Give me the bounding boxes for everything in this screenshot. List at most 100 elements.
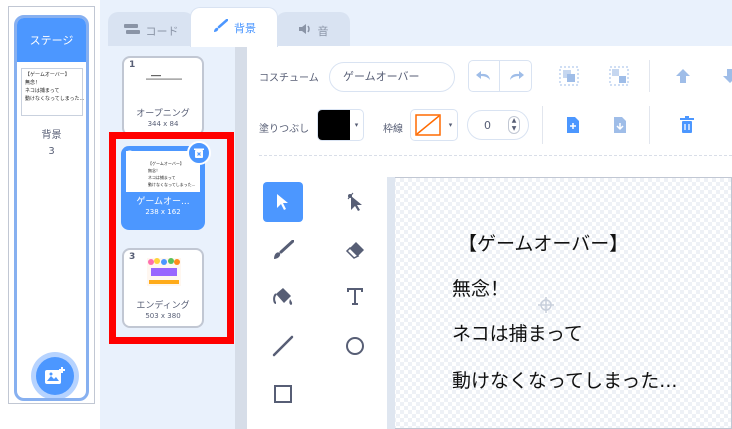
arrow-down-icon: [723, 69, 732, 83]
canvas-scrollbar[interactable]: [387, 177, 395, 429]
outline-width-input[interactable]: 0 ▲ ▼: [467, 110, 529, 140]
stage-header: ステージ: [17, 18, 86, 62]
forward-button[interactable]: [668, 61, 698, 91]
divider: [649, 106, 650, 144]
paintbrush-icon: [212, 18, 229, 36]
tab-sounds[interactable]: 音: [276, 12, 350, 48]
paintbrush-icon: [274, 240, 294, 259]
paste-icon: [614, 117, 626, 133]
fill-label: 塗りつぶし: [259, 124, 310, 135]
circle-icon: [346, 337, 364, 355]
caret-down-icon: ▾: [354, 121, 359, 129]
copy-icon: [567, 117, 579, 133]
stage-thumbnail: 【ゲームオーバー】 無念！ ネコは捕まって 動けなくなってしまった...: [21, 68, 85, 116]
backdrop-item-3[interactable]: 3 エンディング 503 x 380: [122, 248, 204, 328]
toolbar-separator: [259, 155, 732, 156]
delete-button[interactable]: [672, 110, 702, 140]
code-icon: [123, 23, 140, 38]
stage-thumb-line: 【ゲームオーバー】: [25, 72, 70, 78]
caret-down-icon: ▾: [448, 121, 453, 129]
backdrop-number: 2: [127, 150, 134, 160]
backdrop-number: 3: [129, 252, 136, 262]
stepper-icon[interactable]: ▲ ▼: [508, 116, 520, 134]
list-scrollbar[interactable]: [235, 46, 247, 429]
backdrop-thumbnail: [147, 258, 181, 286]
line-tool[interactable]: [263, 326, 303, 366]
divider: [649, 60, 650, 92]
line-icon: [272, 335, 294, 357]
arrow-up-icon: [676, 69, 690, 83]
tab-bar: コード 背景 音: [100, 0, 732, 48]
rectangle-tool[interactable]: [263, 374, 303, 414]
stage-thumb-line: 無念！: [25, 80, 41, 86]
undo-button[interactable]: [469, 61, 500, 91]
canvas-text-line: 無念！: [452, 278, 510, 300]
tab-code[interactable]: コード: [108, 12, 194, 48]
backward-button[interactable]: [715, 61, 732, 91]
reshape-tool[interactable]: [335, 182, 375, 222]
outline-label: 枠線: [383, 124, 403, 135]
group-icon: [559, 66, 579, 86]
divider: [542, 106, 543, 144]
stage-thumb-line: 動けなくなってしまった...: [25, 96, 85, 102]
backdrop-item-1[interactable]: 1 オープニング 344 x 84: [122, 56, 204, 136]
circle-tool[interactable]: [335, 326, 375, 366]
backdrop-size: 344 x 84: [147, 120, 179, 128]
stage-selector[interactable]: ステージ 【ゲームオーバー】 無念！ ネコは捕まって 動けなくなってしまった..…: [14, 15, 89, 401]
backdrop-name: エンディング: [136, 301, 190, 311]
canvas-text-line: 動けなくなってしまった...: [452, 370, 678, 392]
reshape-icon: [347, 192, 362, 211]
backdrops-count: 3: [48, 146, 55, 157]
paint-bucket-icon: [273, 288, 293, 305]
tab-backdrops[interactable]: 背景: [190, 7, 278, 47]
eraser-icon: [345, 242, 364, 259]
backdrop-list: 1 オープニング 344 x 84 【ゲームオーバー】 無念！ ネコは捕まって …: [100, 46, 235, 429]
delete-backdrop-button[interactable]: [187, 141, 211, 165]
add-backdrop-button[interactable]: [31, 352, 79, 398]
speaker-icon: [298, 23, 312, 38]
add-backdrop-icon: [36, 357, 74, 395]
ungroup-icon: [609, 66, 629, 86]
fill-tool[interactable]: [263, 276, 303, 316]
text-tool[interactable]: [335, 276, 375, 316]
paste-button[interactable]: [605, 110, 635, 140]
backdrop-size: 503 x 380: [145, 312, 181, 320]
eraser-tool[interactable]: [335, 230, 375, 270]
backdrops-label: 背景: [41, 130, 62, 141]
costume-label: コスチューム: [259, 73, 319, 84]
group-button[interactable]: [554, 61, 584, 91]
tab-sounds-label: 音: [317, 24, 329, 38]
backdrop-thumbnail: [146, 75, 182, 80]
text-icon: [347, 288, 363, 305]
stage-thumb-line: ネコは捕まって: [25, 88, 60, 94]
canvas-center-icon: [538, 297, 554, 317]
trash-icon: [680, 116, 694, 133]
ungroup-button[interactable]: [604, 61, 634, 91]
rectangle-icon: [274, 385, 292, 403]
undo-icon: [476, 71, 490, 80]
redo-button[interactable]: [500, 61, 531, 91]
backdrop-item-2[interactable]: 【ゲームオーバー】 無念！ ネコは捕まって 動けなくなってしまった... 2 ゲ…: [121, 141, 211, 230]
thumb-line: 動けなくなってしまった...: [148, 182, 196, 187]
redo-icon: [509, 71, 524, 80]
outline-swatch: [411, 110, 444, 140]
backdrop-name: オープニング: [136, 109, 190, 119]
brush-tool[interactable]: [263, 230, 303, 270]
stage-panel: ステージ 【ゲームオーバー】 無念！ ネコは捕まって 動けなくなってしまった..…: [8, 6, 95, 404]
select-tool[interactable]: [263, 182, 303, 222]
trash-icon: [193, 144, 205, 163]
tab-code-label: コード: [145, 24, 179, 38]
thumb-line: 無念！: [148, 168, 160, 173]
backdrop-number: 1: [129, 60, 136, 70]
fill-color-picker[interactable]: ▾: [317, 109, 364, 141]
fill-swatch: [318, 110, 350, 140]
canvas-text-line: 【ゲームオーバー】: [458, 233, 629, 255]
backdrop-name: ゲームオー...: [136, 197, 190, 207]
costume-name-input[interactable]: ゲームオーバー: [329, 62, 455, 92]
undo-redo-group: [468, 60, 532, 92]
copy-button[interactable]: [558, 110, 588, 140]
outline-color-picker[interactable]: ▾: [410, 109, 458, 141]
backdrop-size: 238 x 162: [145, 208, 181, 216]
thumb-line: ネコは捕まって: [148, 175, 176, 180]
tab-backdrops-label: 背景: [234, 21, 256, 35]
